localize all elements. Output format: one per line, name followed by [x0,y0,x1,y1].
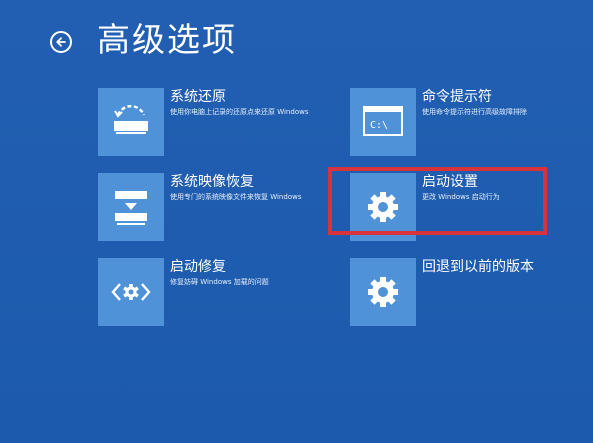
option-tile: C:\ [350,88,416,156]
system-restore-icon [114,105,148,134]
option-go-back-previous-version[interactable]: 回退到以前的版本 [350,258,590,330]
option-label: 系统还原 [170,89,226,105]
command-prompt-icon: C:\ [363,106,403,136]
option-description: 修复妨碍 Windows 加载的问题 [170,278,269,286]
option-tile [350,258,416,326]
svg-text:C:\: C:\ [370,120,388,131]
back-button[interactable] [50,31,72,53]
gear-icon [368,277,398,307]
option-label: 启动修复 [170,259,226,275]
option-startup-repair[interactable]: 启动修复 修复妨碍 Windows 加载的问题 [98,258,338,330]
option-description: 使用你电脑上记录的还原点来还原 Windows [170,108,309,116]
option-system-restore[interactable]: 系统还原 使用你电脑上记录的还原点来还原 Windows [98,88,338,160]
startup-repair-icon [111,283,151,301]
option-description: 使用专门的系统映像文件来恢复 Windows [170,193,302,201]
page-title: 高级选项 [97,20,237,59]
option-label: 系统映像恢复 [170,174,254,190]
option-tile [98,88,164,156]
highlight-box [328,167,547,235]
option-tile [98,258,164,326]
option-label: 回退到以前的版本 [422,259,534,275]
option-description: 使用命令提示符进行高级故障排除 [422,108,527,116]
system-image-icon [115,191,147,225]
advanced-options-screen: 高级选项 系统还原 使用你电脑上记录的还原点来还原 Windows C:\ 命令 [0,0,593,443]
option-command-prompt[interactable]: C:\ 命令提示符 使用命令提示符进行高级故障排除 [350,88,590,160]
option-tile [98,173,164,241]
option-label: 命令提示符 [422,89,492,105]
back-arrow-icon [56,37,66,47]
option-system-image-recovery[interactable]: 系统映像恢复 使用专门的系统映像文件来恢复 Windows [98,173,338,245]
